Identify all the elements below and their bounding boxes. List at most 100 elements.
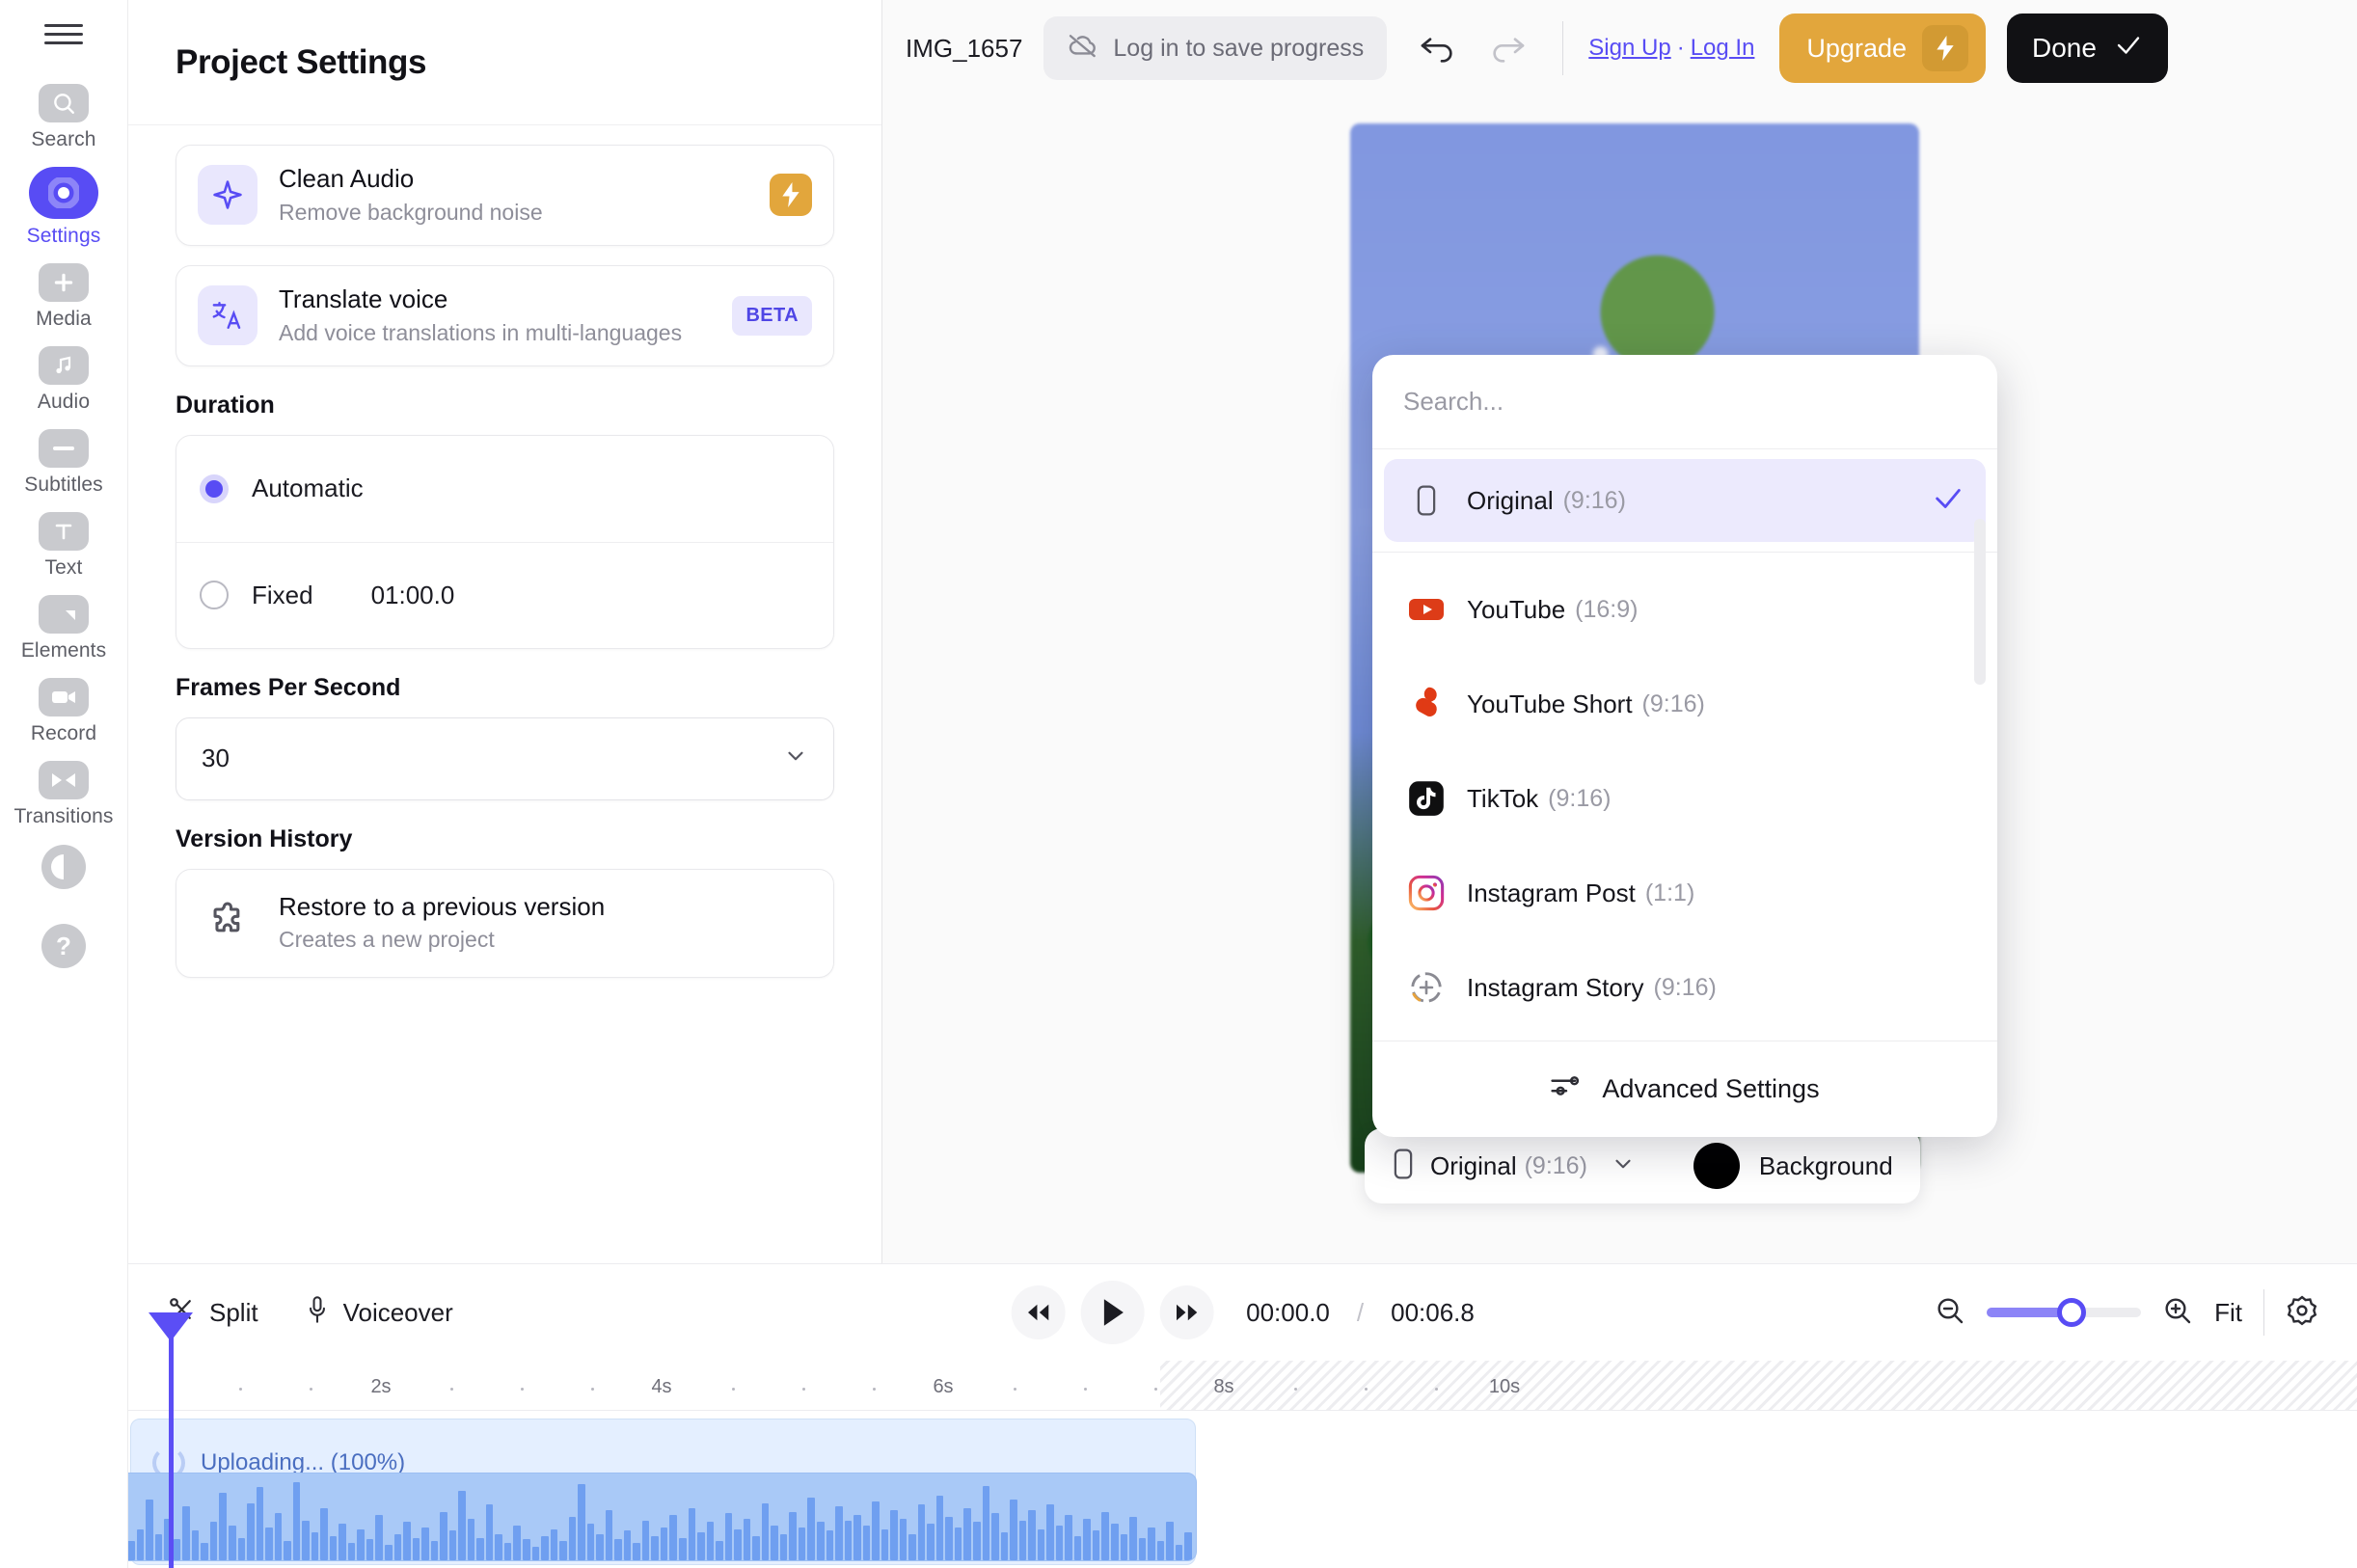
dropdown-option-tiktok[interactable]: TikTok (9:16) [1384, 751, 1986, 846]
elements-icon [39, 595, 89, 634]
chevron-down-icon [783, 743, 808, 773]
aspect-ratio-selector[interactable]: Original (9:16) [1365, 1128, 1665, 1203]
search-icon [39, 84, 89, 122]
ruler-tick [310, 1388, 312, 1391]
clean-audio-card[interactable]: Clean Audio Remove background noise [176, 145, 834, 246]
play-icon[interactable] [1080, 1281, 1145, 1344]
undo-arrow-icon[interactable] [1408, 18, 1468, 78]
settings-icon [29, 167, 98, 219]
sidebar-item-text[interactable]: Text [0, 503, 128, 586]
dropdown-option-youtube-short[interactable]: YouTube Short (9:16) [1384, 657, 1986, 751]
ruler-tick [1084, 1388, 1087, 1391]
duration-group: Automatic Fixed 01:00.0 [176, 434, 834, 649]
hamburger-icon[interactable] [44, 17, 83, 50]
cloud-off-icon [1067, 33, 1099, 65]
radio-automatic[interactable] [200, 473, 229, 503]
project-settings-panel: Project Settings Clean Audio Remove back… [128, 0, 882, 1263]
upgrade-label: Upgrade [1806, 33, 1907, 63]
clean-audio-text: Clean Audio Remove background noise [279, 163, 770, 228]
background-color-swatch [1693, 1143, 1740, 1189]
ruler-tick [1435, 1388, 1438, 1391]
log-in-link[interactable]: Log In [1691, 35, 1755, 61]
auth-links: Sign Up · Log In [1588, 35, 1754, 62]
rewind-icon[interactable] [1011, 1285, 1066, 1339]
voiceover-button[interactable]: Voiceover [305, 1295, 453, 1331]
sidebar-item-audio[interactable]: Audio [0, 338, 128, 420]
aspect-ratio-bar: Original (9:16) Background [1365, 1128, 1920, 1203]
project-name[interactable]: IMG_1657 [906, 34, 1022, 64]
duration-fixed-value[interactable]: 01:00.0 [371, 581, 455, 610]
sidebar-item-subtitles[interactable]: Subtitles [0, 420, 128, 503]
restore-version-title: Restore to a previous version [279, 891, 606, 921]
upgrade-button[interactable]: Upgrade [1779, 14, 1986, 83]
advanced-settings-button[interactable]: Advanced Settings [1372, 1041, 1997, 1137]
sidebar-item-settings[interactable]: Settings [0, 158, 128, 255]
search-input[interactable] [1403, 387, 1966, 417]
zoom-out-icon[interactable] [1935, 1295, 1965, 1331]
text-icon [39, 512, 89, 551]
login-to-save-button[interactable]: Log in to save progress [1043, 16, 1388, 80]
dropdown-search-row [1372, 355, 1997, 449]
duration-fixed-row[interactable]: Fixed 01:00.0 [176, 541, 833, 648]
dropdown-option-instagram-post[interactable]: Instagram Post (1:1) [1384, 846, 1986, 940]
translate-voice-card[interactable]: Translate voice Add voice translations i… [176, 264, 834, 366]
sidebar-item-record[interactable]: Record [0, 669, 128, 752]
restore-version-card[interactable]: Restore to a previous version Creates a … [176, 868, 834, 978]
fit-button[interactable]: Fit [2214, 1298, 2242, 1328]
fps-select[interactable]: 30 [176, 716, 834, 800]
restore-version-subtitle: Creates a new project [279, 927, 495, 953]
playhead[interactable] [149, 1312, 193, 1568]
zoom-in-icon[interactable] [2162, 1295, 2193, 1331]
sidebar-item-search[interactable]: Search [0, 75, 128, 158]
ruler-tick [802, 1388, 805, 1391]
ruler-tick-label: 2s [370, 1376, 392, 1397]
zoom-slider-handle[interactable] [2057, 1298, 2087, 1327]
audio-waveform[interactable] [128, 1473, 1197, 1561]
dropdown-options-list: YouTube (16:9) YouTube Short (9:16) TikT… [1372, 553, 1997, 1041]
sidebar-item-media[interactable]: Media [0, 255, 128, 338]
ruler-tick [239, 1388, 242, 1391]
sliders-icon [1550, 1072, 1583, 1106]
toolbar-divider [1562, 21, 1564, 75]
fast-forward-icon[interactable] [1159, 1285, 1214, 1339]
instagram-story-icon [1405, 966, 1448, 1009]
radio-fixed[interactable] [200, 581, 229, 610]
ruler-tick [1154, 1388, 1157, 1391]
dropdown-scrollbar[interactable] [1974, 519, 1986, 685]
sign-up-link[interactable]: Sign Up [1588, 35, 1670, 61]
timeline-toolbar: Split Voiceover 00:00.0 / 00:06.8 Fit [128, 1264, 2357, 1361]
ruler-tick [450, 1388, 453, 1391]
gear-icon[interactable] [2286, 1294, 2318, 1332]
music-note-icon [39, 346, 89, 385]
dropdown-option-youtube[interactable]: YouTube (16:9) [1384, 562, 1986, 657]
done-button[interactable]: Done [2007, 14, 2168, 83]
dropdown-option-instagram-story[interactable]: Instagram Story (9:16) [1384, 940, 1986, 1035]
login-to-save-label: Log in to save progress [1113, 34, 1365, 62]
beta-badge: BETA [732, 295, 812, 336]
redo-arrow-icon[interactable] [1477, 18, 1537, 78]
ruler-tick [591, 1388, 594, 1391]
dropdown-option-ratio: (1:1) [1644, 879, 1695, 906]
clean-audio-title: Clean Audio [279, 164, 415, 193]
puzzle-icon [202, 895, 257, 951]
duration-automatic-row[interactable]: Automatic [176, 436, 833, 542]
contrast-icon[interactable] [41, 845, 86, 889]
done-label: Done [2032, 33, 2097, 63]
sidebar-item-elements[interactable]: Elements [0, 586, 128, 669]
ruler-tick [732, 1388, 735, 1391]
sidebar-item-label: Search [31, 128, 96, 150]
background-color-selector[interactable]: Background [1665, 1128, 1922, 1203]
timeline-ruler[interactable]: 0s 2s 4s 6s 8s 10s [128, 1361, 2357, 1411]
sidebar-item-label: Text [44, 556, 83, 579]
dropdown-option-ratio: (9:16) [1548, 784, 1612, 812]
bolt-icon [1922, 25, 1968, 71]
ruler-tick [521, 1388, 524, 1391]
ruler-tick [873, 1388, 876, 1391]
sidebar-item-transitions[interactable]: Transitions [0, 752, 128, 835]
help-icon[interactable]: ? [41, 924, 86, 968]
zoom-slider[interactable] [1987, 1298, 2142, 1327]
panel-content: Clean Audio Remove background noise Tran… [128, 125, 881, 1263]
dropdown-option-original[interactable]: Original (9:16) [1384, 459, 1986, 542]
phone-icon [1405, 479, 1448, 522]
duration-fixed-label: Fixed [252, 580, 313, 609]
